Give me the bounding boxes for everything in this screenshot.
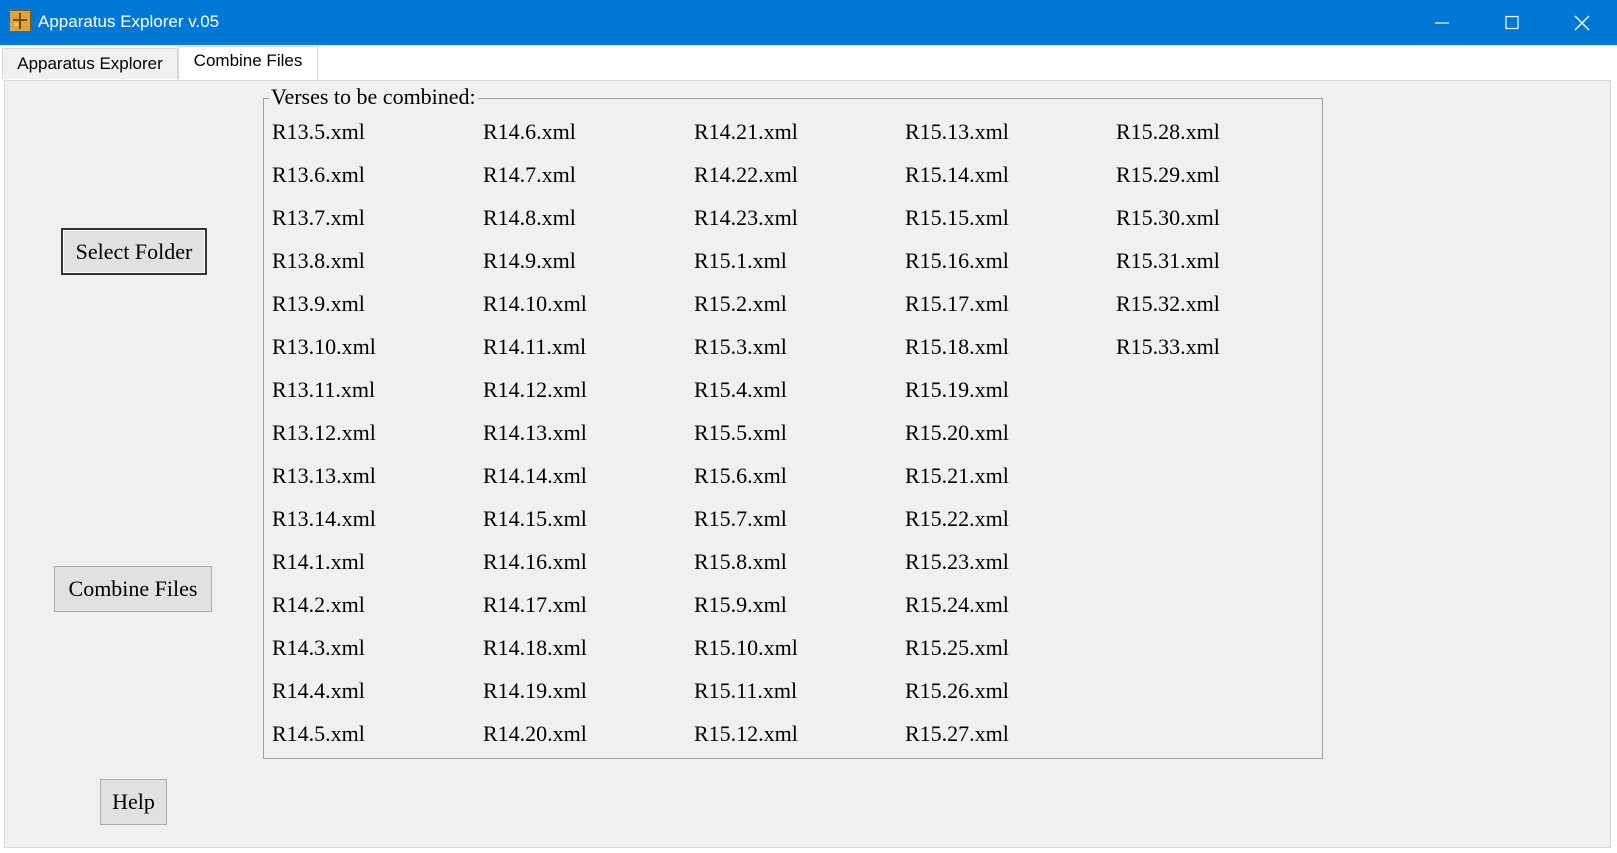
- file-list-item: R15.32.xml: [1116, 291, 1220, 316]
- app-icon: [9, 10, 31, 32]
- file-list-item: R15.17.xml: [905, 291, 1009, 316]
- file-list-item: R15.28.xml: [1116, 119, 1220, 144]
- file-list-item: R14.10.xml: [483, 291, 587, 316]
- file-list-item: R14.6.xml: [483, 119, 576, 144]
- file-list-item: R14.15.xml: [483, 506, 587, 531]
- file-list-item: R15.5.xml: [694, 420, 787, 445]
- file-list-item: R15.29.xml: [1116, 162, 1220, 187]
- file-list-item: R15.19.xml: [905, 377, 1009, 402]
- file-list-item: R14.5.xml: [272, 721, 365, 746]
- file-list-item: R13.6.xml: [272, 162, 365, 187]
- file-list-item: R14.3.xml: [272, 635, 365, 660]
- file-list-item: R14.20.xml: [483, 721, 587, 746]
- verses-groupbox: Verses to be combined: R13.5.xml R13.6.xm…: [263, 85, 1323, 759]
- file-list-item: R13.9.xml: [272, 291, 365, 316]
- file-list-item: R13.5.xml: [272, 119, 365, 144]
- file-list-item: R15.8.xml: [694, 549, 787, 574]
- file-list-item: R15.25.xml: [905, 635, 1009, 660]
- file-list-item: R15.10.xml: [694, 635, 798, 660]
- maximize-button[interactable]: [1477, 0, 1547, 45]
- file-list-item: R15.27.xml: [905, 721, 1009, 746]
- file-list-item: R13.11.xml: [272, 377, 376, 402]
- file-list-item: R15.3.xml: [694, 334, 787, 359]
- tab-combine-files[interactable]: Combine Files: [178, 46, 318, 80]
- combine-files-button[interactable]: Combine Files: [54, 566, 212, 612]
- file-list-item: R14.11.xml: [483, 334, 587, 359]
- file-list-item: R14.23.xml: [694, 205, 798, 230]
- file-list-item: R15.18.xml: [905, 334, 1009, 359]
- file-list-item: R15.15.xml: [905, 205, 1009, 230]
- file-list-item: R15.22.xml: [905, 506, 1009, 531]
- file-list-item: R14.2.xml: [272, 592, 365, 617]
- tab-apparatus-explorer[interactable]: Apparatus Explorer: [2, 48, 178, 79]
- file-list-item: R15.26.xml: [905, 678, 1009, 703]
- file-list-item: R15.9.xml: [694, 592, 787, 617]
- minimize-icon: [1435, 22, 1449, 24]
- file-list-item: R15.30.xml: [1116, 205, 1220, 230]
- file-list-item: R15.13.xml: [905, 119, 1009, 144]
- file-list-item: R14.12.xml: [483, 377, 587, 402]
- file-list-item: R15.14.xml: [905, 162, 1009, 187]
- file-list: R13.5.xml R13.6.xml R13.7.xml R13.8.xml R13.…: [264, 99, 1322, 758]
- select-folder-button[interactable]: Select Folder: [61, 228, 207, 275]
- file-list-item: R13.14.xml: [272, 506, 376, 531]
- file-list-item: R14.8.xml: [483, 205, 576, 230]
- title-bar[interactable]: Apparatus Explorer v.05: [0, 0, 1617, 45]
- file-list-item: R15.6.xml: [694, 463, 787, 488]
- file-list-item: R15.33.xml: [1116, 334, 1220, 359]
- file-list-item: R14.1.xml: [272, 549, 365, 574]
- file-list-item: R14.22.xml: [694, 162, 798, 187]
- file-list-item: R15.24.xml: [905, 592, 1009, 617]
- close-button[interactable]: [1547, 0, 1617, 45]
- file-list-item: R13.13.xml: [272, 463, 376, 488]
- file-list-item: R14.4.xml: [272, 678, 365, 703]
- file-list-item: R14.9.xml: [483, 248, 576, 273]
- file-list-item: R14.13.xml: [483, 420, 587, 445]
- combine-files-panel: Select Folder Combine Files Help Verses …: [4, 80, 1611, 848]
- app-window: Apparatus Explorer v.05 Apparatus Explor…: [0, 0, 1617, 853]
- file-list-item: R15.31.xml: [1116, 248, 1220, 273]
- file-list-item: R14.18.xml: [483, 635, 587, 660]
- file-list-item: R15.16.xml: [905, 248, 1009, 273]
- maximize-icon: [1505, 15, 1519, 30]
- file-list-item: R13.8.xml: [272, 248, 365, 273]
- file-list-item: R14.14.xml: [483, 463, 587, 488]
- file-list-item: R15.12.xml: [694, 721, 798, 746]
- file-list-item: R13.10.xml: [272, 334, 376, 359]
- file-list-item: R14.7.xml: [483, 162, 576, 187]
- file-list-item: R15.21.xml: [905, 463, 1009, 488]
- help-button[interactable]: Help: [100, 779, 167, 825]
- file-list-item: R13.12.xml: [272, 420, 376, 445]
- file-list-item: R15.2.xml: [694, 291, 787, 316]
- file-list-item: R15.20.xml: [905, 420, 1009, 445]
- file-list-item: R13.7.xml: [272, 205, 365, 230]
- file-list-item: R14.16.xml: [483, 549, 587, 574]
- file-list-item: R14.17.xml: [483, 592, 587, 617]
- file-list-item: R14.21.xml: [694, 119, 798, 144]
- file-list-item: R15.23.xml: [905, 549, 1009, 574]
- tab-strip: Apparatus Explorer Combine Files: [0, 45, 1617, 80]
- file-list-item: R15.7.xml: [694, 506, 787, 531]
- file-list-item: R15.11.xml: [694, 678, 798, 703]
- window-title: Apparatus Explorer v.05: [38, 12, 220, 31]
- file-list-item: R15.4.xml: [694, 377, 787, 402]
- minimize-button[interactable]: [1407, 0, 1477, 45]
- file-list-item: R14.19.xml: [483, 678, 587, 703]
- file-list-item: R15.1.xml: [694, 248, 787, 273]
- close-icon: [1574, 15, 1590, 31]
